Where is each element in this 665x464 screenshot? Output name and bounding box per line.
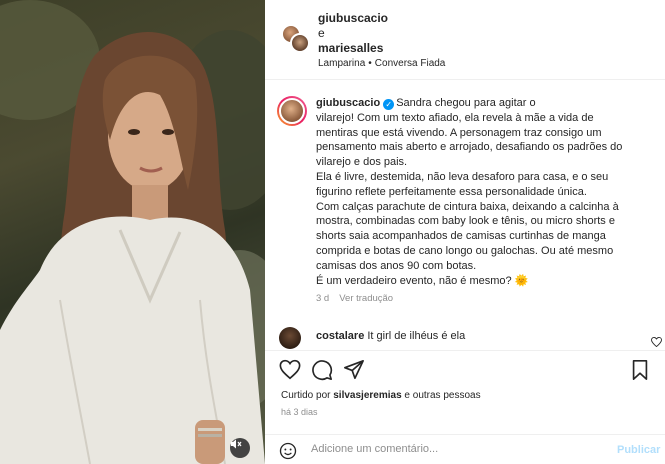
comment-body: It girl de ilhéus é ela: [367, 330, 466, 342]
collab-avatars[interactable]: [281, 24, 310, 53]
caption-line: shorts saia acompanhados de camisas curt…: [316, 230, 606, 243]
comment-input[interactable]: [311, 443, 601, 455]
likes-summary[interactable]: Curtido por silvasjeremias e outras pess…: [281, 390, 481, 401]
caption-line: Ela é livre, destemida, não leva desafor…: [316, 170, 609, 183]
caption-line: camisas dos anos 90 com botas.: [316, 259, 477, 272]
caption-line: vilarejo! Com um texto afiado, ela revel…: [316, 111, 594, 124]
avatar[interactable]: [279, 327, 301, 349]
collab-conjunction: e: [318, 26, 325, 40]
avatar: [290, 33, 310, 53]
video-frame-illustration: [0, 0, 265, 464]
emoji-icon[interactable]: [279, 442, 297, 464]
caption-line: mostra, combinadas com baby look e tênis…: [316, 215, 615, 228]
translate-link[interactable]: Ver tradução: [339, 293, 393, 304]
caption-line: comprida e botas de cano longo ou galoch…: [316, 244, 614, 257]
comment-text: costalare It girl de ilhéus é ela: [316, 330, 465, 342]
likes-prefix: Curtido por: [281, 390, 331, 401]
author-username[interactable]: giubuscacio: [318, 11, 388, 25]
comment-username[interactable]: costalare: [316, 330, 364, 342]
post-details-panel: giubuscacio e mariesalles Lamparina • Conv…: [265, 0, 665, 464]
post-timestamp[interactable]: há 3 dias: [281, 407, 318, 417]
caption-line: figurino reflete perfeitamente essa pers…: [316, 185, 587, 198]
comment-icon[interactable]: [311, 359, 333, 381]
caption-meta: 3 d Ver tradução: [316, 293, 393, 304]
verified-badge-icon: ✓: [383, 99, 395, 110]
caption-line: mentiras que está vivendo. A personagem …: [316, 126, 602, 139]
mute-button[interactable]: [230, 438, 250, 458]
caption-line: pensamento mais aberto e arrojado, desaf…: [316, 141, 623, 154]
caption-username[interactable]: giubuscacio: [316, 97, 380, 109]
share-icon[interactable]: [343, 359, 365, 381]
audio-info[interactable]: Lamparina • Conversa Fiada: [318, 58, 445, 69]
audio-artist: Lamparina: [318, 58, 366, 69]
publish-button[interactable]: Publicar: [617, 444, 660, 456]
caption-line: vilarejo e dos pais.: [316, 156, 408, 169]
post-header: giubuscacio e mariesalles Lamparina • Conv…: [265, 0, 665, 80]
collaborator-username[interactable]: mariesalles: [318, 41, 383, 55]
comment-item: costalare It girl de ilhéus é ela: [277, 327, 662, 349]
caption-line: Sandra chegou para agitar o: [396, 97, 536, 109]
audio-song: Conversa Fiada: [374, 58, 446, 69]
likes-user[interactable]: silvasjeremias: [333, 390, 401, 401]
likes-suffix[interactable]: e outras pessoas: [404, 390, 480, 401]
separator-dot: •: [368, 58, 372, 69]
caption-line: É um verdadeiro evento, não é mesmo? 🌞: [316, 274, 529, 287]
avatar[interactable]: [277, 96, 307, 126]
caption-line: Com calças parachute de cintura baixa, d…: [316, 200, 619, 213]
caption-age[interactable]: 3 d: [316, 293, 329, 304]
bookmark-icon[interactable]: [629, 359, 651, 381]
heart-icon[interactable]: [279, 359, 301, 381]
post-video[interactable]: [0, 0, 265, 464]
caption-text: giubuscacio ✓ Sandra chegou para agitar o …: [316, 96, 652, 288]
add-comment-bar: Publicar: [265, 434, 665, 464]
action-bar: [265, 350, 665, 384]
